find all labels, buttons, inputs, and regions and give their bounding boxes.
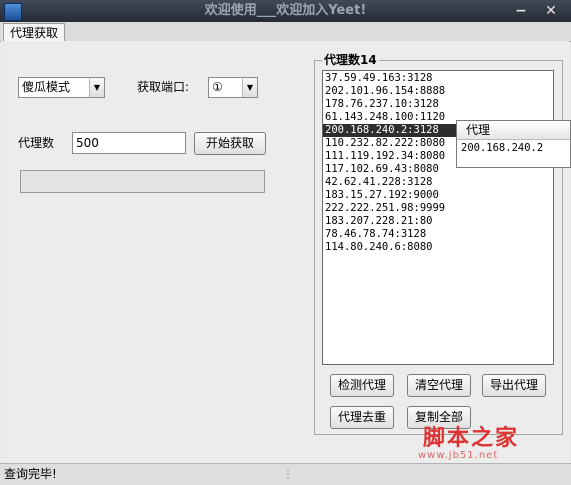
- list-item[interactable]: 78.46.78.74:3128: [323, 228, 553, 241]
- port-select[interactable]: ① ▼: [208, 77, 258, 98]
- status-bar: 查询完毕! ⋮: [0, 463, 571, 485]
- mode-select-value: 傻瓜模式: [22, 80, 71, 94]
- app-icon: [4, 3, 22, 21]
- list-item[interactable]: 222.222.251.98:9999: [323, 202, 553, 215]
- popup-value: 200.168.240.2: [461, 142, 544, 154]
- list-item[interactable]: 37.59.49.163:3128: [323, 72, 553, 85]
- resize-grip-icon[interactable]: ⋮: [282, 464, 294, 484]
- list-item[interactable]: 183.207.228.21:80: [323, 215, 553, 228]
- proxy-count-input[interactable]: 500: [72, 132, 186, 154]
- port-label: 获取端口:: [137, 80, 190, 94]
- proxy-group-title: 代理数14: [322, 53, 379, 67]
- tab-proxy-fetch[interactable]: 代理获取: [3, 23, 66, 42]
- chevron-down-icon: ▼: [242, 78, 257, 97]
- minimize-button[interactable]: −: [511, 1, 531, 21]
- list-item[interactable]: 183.15.27.192:9000: [323, 189, 553, 202]
- clear-proxy-button[interactable]: 清空代理: [407, 374, 471, 397]
- list-item[interactable]: 202.101.96.154:8888: [323, 85, 553, 98]
- list-item[interactable]: 42.62.41.228:3128: [323, 176, 553, 189]
- status-text: 查询完毕!: [4, 467, 57, 481]
- list-item[interactable]: 114.80.240.6:8080: [323, 241, 553, 254]
- proxy-popup: 代理 200.168.240.2: [456, 120, 571, 168]
- start-fetch-button[interactable]: 开始获取: [194, 132, 266, 155]
- export-proxy-button[interactable]: 导出代理: [482, 374, 546, 397]
- window-title: 欢迎使用___欢迎加入Yeet!: [204, 3, 367, 18]
- close-button[interactable]: ✕: [541, 1, 561, 21]
- watermark-url: www.jb51.net: [418, 450, 499, 461]
- watermark-logo: 脚本之家: [422, 425, 519, 451]
- port-select-value: ①: [212, 80, 223, 94]
- title-bar[interactable]: 欢迎使用___欢迎加入Yeet! − ✕: [0, 0, 571, 22]
- proxy-count-label: 代理数: [18, 136, 55, 150]
- tab-strip: 代理获取: [0, 22, 571, 42]
- chevron-down-icon: ▼: [89, 78, 104, 97]
- dedupe-proxy-button[interactable]: 代理去重: [330, 406, 394, 429]
- check-proxy-button[interactable]: 检测代理: [330, 374, 394, 397]
- proxy-list[interactable]: 37.59.49.163:3128 202.101.96.154:8888 178.…: [322, 70, 554, 365]
- mode-select[interactable]: 傻瓜模式 ▼: [18, 77, 105, 98]
- progress-bar: [20, 170, 265, 193]
- list-item[interactable]: 178.76.237.10:3128: [323, 98, 553, 111]
- popup-header: 代理: [457, 121, 570, 140]
